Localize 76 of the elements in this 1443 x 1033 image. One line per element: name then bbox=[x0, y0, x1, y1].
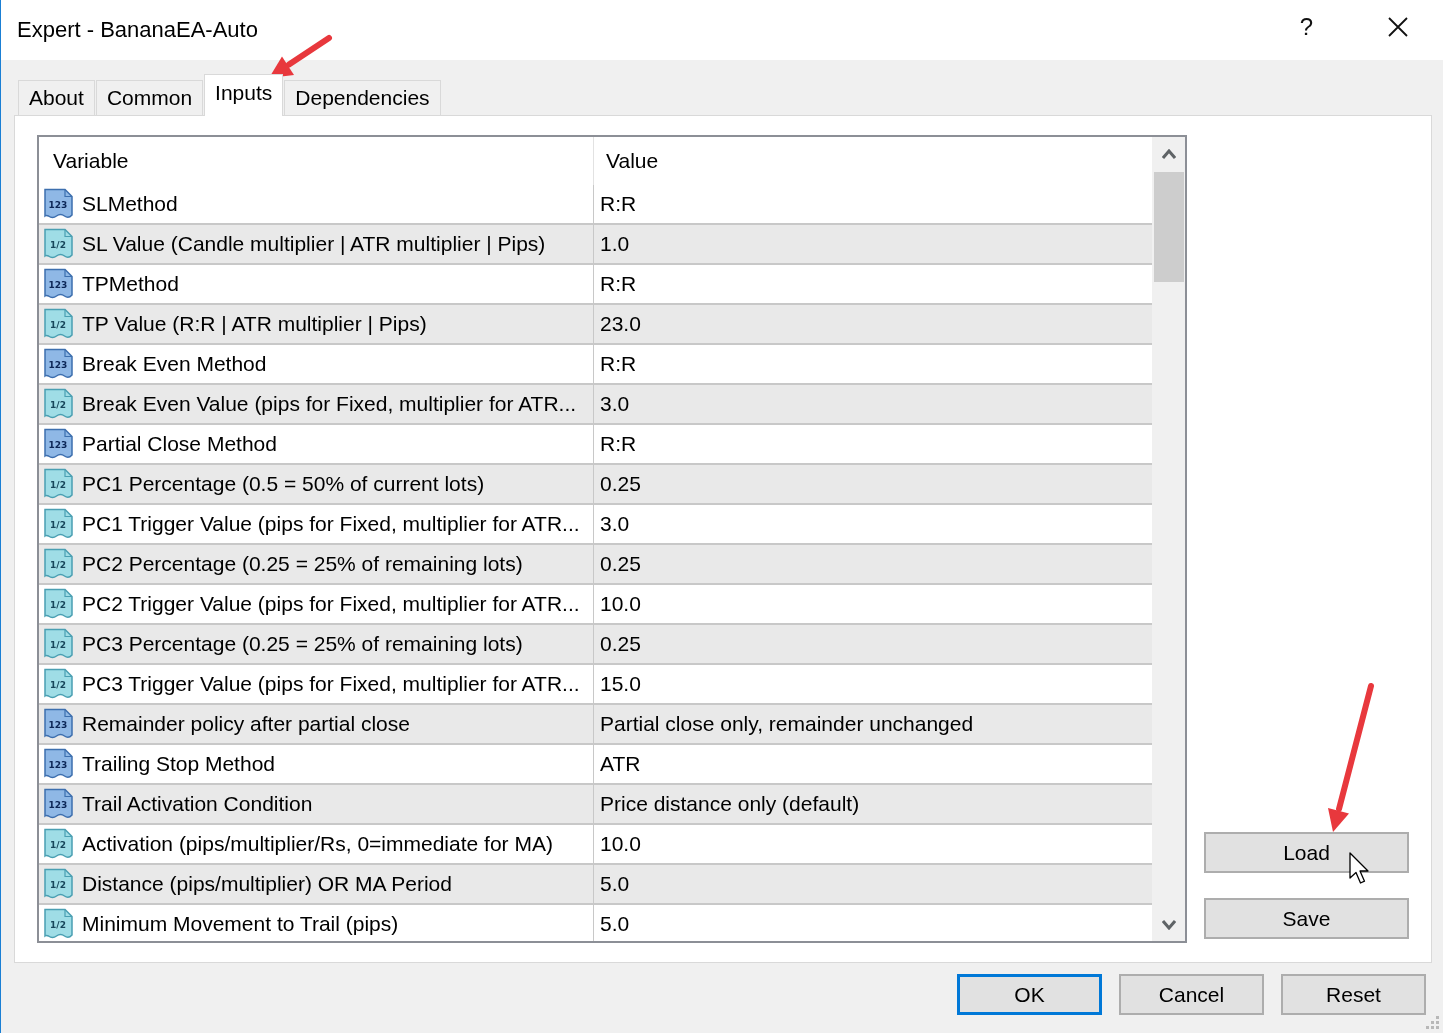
variable-value[interactable]: 0.25 bbox=[600, 472, 641, 496]
decimal-type-icon: 1/2 bbox=[43, 468, 74, 500]
variable-name: PC1 Trigger Value (pips for Fixed, multiplier for ATR... bbox=[82, 512, 580, 536]
decimal-type-icon: 1/2 bbox=[43, 308, 74, 340]
variable-name: PC1 Percentage (0.5 = 50% of current lots) bbox=[82, 472, 485, 496]
variable-value[interactable]: 3.0 bbox=[600, 512, 630, 536]
scrollbar-thumb[interactable] bbox=[1154, 172, 1184, 282]
column-header[interactable]: Value bbox=[594, 137, 1152, 185]
variable-value[interactable]: 0.25 bbox=[600, 632, 641, 656]
decimal-type-icon: 1/2 bbox=[43, 828, 74, 860]
variable-value[interactable]: Price distance only (default) bbox=[600, 792, 860, 816]
variable-value[interactable]: R:R bbox=[600, 432, 637, 456]
variable-value[interactable]: 23.0 bbox=[600, 312, 641, 336]
variable-value[interactable]: 0.25 bbox=[600, 552, 641, 576]
variable-name: Minimum Movement to Trail (pips) bbox=[82, 912, 399, 936]
close-icon[interactable] bbox=[1388, 17, 1408, 37]
variable-name: Trailing Stop Method bbox=[82, 752, 275, 776]
decimal-type-icon: 1/2 bbox=[43, 548, 74, 580]
variable-name: Activation (pips/multiplier/Rs, 0=immediate for MA) bbox=[82, 832, 553, 856]
variable-value[interactable]: 15.0 bbox=[600, 672, 641, 696]
variable-name: Break Even Method bbox=[82, 352, 267, 376]
variable-value[interactable]: 5.0 bbox=[600, 912, 630, 936]
integer-type-icon: 123 bbox=[43, 788, 74, 820]
dialog-button[interactable]: Cancel bbox=[1119, 974, 1264, 1015]
variable-value[interactable]: 5.0 bbox=[600, 872, 630, 896]
dialog-button[interactable]: Reset bbox=[1281, 974, 1426, 1015]
variable-name: TP Value (R:R | ATR multiplier | Pips) bbox=[82, 312, 427, 336]
variable-name: PC2 Trigger Value (pips for Fixed, multiplier for ATR... bbox=[82, 592, 580, 616]
scrollbar[interactable] bbox=[1152, 137, 1185, 941]
variable-value[interactable]: ATR bbox=[600, 752, 641, 776]
variable-name: Remainder policy after partial close bbox=[82, 712, 410, 736]
variable-value[interactable]: 10.0 bbox=[600, 592, 641, 616]
tab[interactable]: Inputs bbox=[204, 74, 284, 116]
variable-value[interactable]: 10.0 bbox=[600, 832, 641, 856]
dialog-button[interactable]: OK bbox=[957, 974, 1102, 1015]
mouse-pointer-icon bbox=[1349, 852, 1371, 885]
variable-value[interactable]: 3.0 bbox=[600, 392, 630, 416]
variable-name: SLMethod bbox=[82, 192, 178, 216]
tab[interactable]: About bbox=[18, 80, 95, 115]
variable-value[interactable]: R:R bbox=[600, 352, 637, 376]
variable-name: SL Value (Candle multiplier | ATR multiplier | Pips) bbox=[82, 232, 546, 256]
decimal-type-icon: 1/2 bbox=[43, 508, 74, 540]
decimal-type-icon: 1/2 bbox=[43, 668, 74, 700]
tab[interactable]: Common bbox=[95, 80, 204, 115]
variable-name: Trail Activation Condition bbox=[82, 792, 313, 816]
decimal-type-icon: 1/2 bbox=[43, 868, 74, 900]
help-button[interactable]: ? bbox=[1297, 13, 1315, 41]
decimal-type-icon: 1/2 bbox=[43, 228, 74, 260]
variable-name: Distance (pips/multiplier) OR MA Period bbox=[82, 872, 452, 896]
integer-type-icon: 123 bbox=[43, 348, 74, 380]
variable-name: TPMethod bbox=[82, 272, 179, 296]
variable-name: PC3 Trigger Value (pips for Fixed, multiplier for ATR... bbox=[82, 672, 580, 696]
integer-type-icon: 123 bbox=[43, 708, 74, 740]
integer-type-icon: 123 bbox=[43, 188, 74, 220]
variable-name: Break Even Value (pips for Fixed, multiplier for ATR... bbox=[82, 392, 577, 416]
variable-name: Partial Close Method bbox=[82, 432, 277, 456]
decimal-type-icon: 1/2 bbox=[43, 628, 74, 660]
chevron-down-icon[interactable] bbox=[1162, 920, 1176, 930]
load-button[interactable]: Load bbox=[1204, 832, 1409, 873]
variable-name: PC2 Percentage (0.25 = 25% of remaining lots) bbox=[82, 552, 523, 576]
chevron-up-icon[interactable] bbox=[1162, 149, 1176, 159]
integer-type-icon: 123 bbox=[43, 428, 74, 460]
size-grip-icon[interactable] bbox=[1426, 1016, 1440, 1030]
variable-name: PC3 Percentage (0.25 = 25% of remaining lots) bbox=[82, 632, 523, 656]
integer-type-icon: 123 bbox=[43, 748, 74, 780]
tab[interactable]: Dependencies bbox=[284, 80, 441, 115]
variable-value[interactable]: R:R bbox=[600, 192, 637, 216]
decimal-type-icon: 1/2 bbox=[43, 588, 74, 620]
decimal-type-icon: 1/2 bbox=[43, 908, 74, 940]
variable-value[interactable]: Partial close only, remainder unchanged bbox=[600, 712, 974, 736]
save-button[interactable]: Save bbox=[1204, 898, 1409, 939]
variable-value[interactable]: 1.0 bbox=[600, 232, 630, 256]
decimal-type-icon: 1/2 bbox=[43, 388, 74, 420]
integer-type-icon: 123 bbox=[43, 268, 74, 300]
window-title: Expert - BananaEA-Auto bbox=[17, 17, 259, 43]
variable-value[interactable]: R:R bbox=[600, 272, 637, 296]
